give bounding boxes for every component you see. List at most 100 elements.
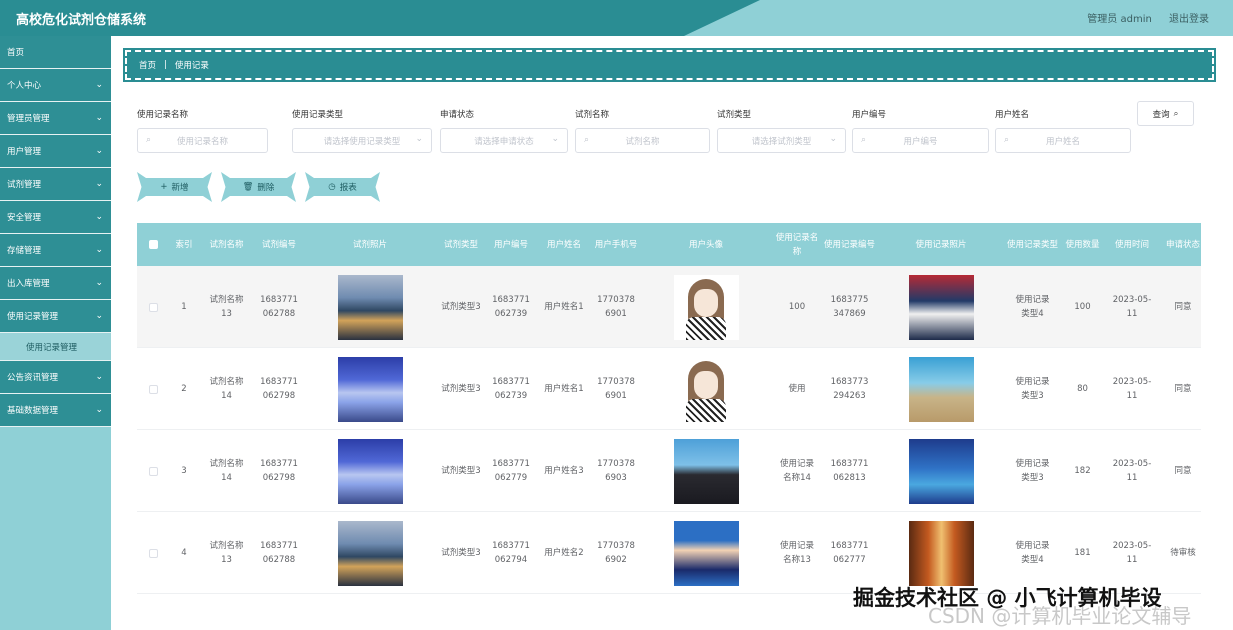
cell-text: 试剂类型3	[441, 466, 481, 476]
filter-record-name: 使用记录名称 ⌕ 使用记录名称	[137, 108, 268, 153]
filter-record-type: 使用记录类型 请选择使用记录类型 ⌄	[292, 108, 432, 153]
beach-icon[interactable]	[908, 356, 974, 422]
row-checkbox[interactable]	[148, 384, 158, 394]
sidebar-item-reagent-management[interactable]: 试剂管理 ⌄	[0, 168, 111, 201]
reagent-type-select[interactable]: 请选择试剂类型 ⌄	[717, 128, 846, 153]
sidebar-item-label: 首页	[7, 48, 25, 58]
delete-button-label: 删除	[257, 183, 275, 193]
cell-text: 17703786901	[597, 295, 635, 319]
sidebar-item-usage-record-management[interactable]: 使用记录管理 ⌄	[0, 300, 111, 333]
column-header[interactable]: 试剂照片	[304, 223, 436, 266]
filter-label: 用户编号	[852, 110, 887, 120]
chevron-down-icon: ⌄	[95, 245, 103, 255]
girl-avatar-icon[interactable]	[673, 274, 739, 340]
column-header[interactable]: 试剂编号	[254, 223, 304, 266]
juejin-watermark: 掘金技术社区 @ 小飞计算机毕设	[853, 586, 1162, 610]
column-header[interactable]: 使用数量	[1060, 223, 1105, 266]
cell-text: 1683775347869	[830, 295, 869, 319]
sidebar-item-label: 存储管理	[7, 246, 42, 256]
reagent-name-input[interactable]: ⌕ 试剂名称	[575, 128, 710, 153]
ocean-icon[interactable]	[908, 438, 974, 504]
sidebar-subitem-usage-record[interactable]: 使用记录管理	[0, 333, 111, 361]
sky-icon[interactable]	[337, 438, 403, 504]
column-header[interactable]: 用户手机号	[592, 223, 640, 266]
record-photo-cell	[877, 266, 1005, 348]
search-icon: ⌕	[584, 135, 590, 145]
sidebar-item-safety-management[interactable]: 安全管理 ⌄	[0, 201, 111, 234]
record-no-cell: 1683775347869	[822, 266, 877, 348]
sidebar-item-base-data-management[interactable]: 基础数据管理 ⌄	[0, 394, 111, 427]
boy-photo-icon[interactable]	[673, 438, 739, 504]
chevron-down-icon: ⌄	[95, 212, 103, 222]
header-user-area: 管理员 admin 退出登录	[1073, 10, 1209, 25]
row-checkbox[interactable]	[148, 302, 158, 312]
sidebar-item-personal-center[interactable]: 个人中心 ⌄	[0, 69, 111, 102]
column-header[interactable]: 索引	[169, 223, 199, 266]
cell-text: 试剂类型3	[441, 384, 481, 394]
search-button[interactable]: 查询 ⌕	[1137, 101, 1194, 126]
record-no-cell: 1683773294263	[822, 348, 877, 430]
filter-reagent-name: 试剂名称 ⌕ 试剂名称	[575, 108, 710, 153]
column-header[interactable]: 使用记录编号	[822, 223, 877, 266]
sidebar-item-storage-management[interactable]: 存储管理 ⌄	[0, 234, 111, 267]
logout-link[interactable]: 退出登录	[1169, 14, 1209, 25]
city-icon[interactable]	[337, 520, 403, 586]
team-icon[interactable]	[908, 274, 974, 340]
cell-text: 用户姓名1	[544, 302, 584, 312]
table-row[interactable]: 1 试剂名称13 1683771062788 试剂类型3 16837710627…	[137, 266, 1201, 348]
cell-text: 试剂类型3	[441, 548, 481, 558]
column-header[interactable]: 使用记录名称	[772, 223, 822, 266]
sidebar-item-label: 个人中心	[7, 81, 42, 91]
column-header[interactable]: 用户姓名	[536, 223, 592, 266]
reagent-photo-cell	[304, 266, 436, 348]
row-checkbox[interactable]	[148, 548, 158, 558]
cell-text: 使用记录类型4	[1015, 541, 1050, 565]
apply-status-select[interactable]: 请选择申请状态 ⌄	[440, 128, 568, 153]
user-no-input[interactable]: ⌕ 用户编号	[852, 128, 989, 153]
sidebar-item-user-management[interactable]: 用户管理 ⌄	[0, 135, 111, 168]
select-all-checkbox[interactable]	[148, 240, 158, 249]
add-button[interactable]: + 新增	[137, 172, 212, 202]
hall-icon[interactable]	[908, 520, 974, 586]
table-row[interactable]: 2 试剂名称14 1683771062798 试剂类型3 16837710627…	[137, 348, 1201, 430]
column-header[interactable]: 使用记录类型	[1005, 223, 1060, 266]
city-icon[interactable]	[337, 274, 403, 340]
sky-icon[interactable]	[337, 356, 403, 422]
reagent-name-cell: 试剂名称13	[199, 512, 254, 594]
status-cell: 同意	[1174, 384, 1192, 394]
breadcrumb-home[interactable]: 首页	[139, 59, 156, 71]
filter-label: 申请状态	[440, 110, 475, 120]
conan-avatar-icon[interactable]	[673, 520, 739, 586]
record-type-select[interactable]: 请选择使用记录类型 ⌄	[292, 128, 432, 153]
column-header[interactable]: 试剂类型	[436, 223, 486, 266]
clock-icon: ◷	[328, 182, 336, 192]
delete-button[interactable]: 🗑 删除	[221, 172, 296, 202]
user-name-input[interactable]: ⌕ 用户姓名	[995, 128, 1131, 153]
qty-cell: 100	[1074, 302, 1091, 312]
column-header[interactable]: 申请状态	[1159, 223, 1207, 266]
column-header[interactable]: 使用时间	[1105, 223, 1159, 266]
record-name-input[interactable]: ⌕ 使用记录名称	[137, 128, 268, 153]
column-header[interactable]: 用户编号	[486, 223, 536, 266]
column-header[interactable]: 试剂名称	[199, 223, 254, 266]
chevron-down-icon: ⌄	[95, 80, 103, 90]
sidebar-item-inout-management[interactable]: 出入库管理 ⌄	[0, 267, 111, 300]
sidebar-item-home[interactable]: 首页	[0, 36, 111, 69]
row-checkbox[interactable]	[148, 466, 158, 476]
sidebar-item-admin-management[interactable]: 管理员管理 ⌄	[0, 102, 111, 135]
report-button-label: 报表	[339, 183, 357, 193]
cell-text: 1683771062788	[260, 541, 298, 565]
girl-avatar-icon[interactable]	[673, 356, 739, 422]
user-no-cell: 1683771062794	[486, 512, 536, 594]
cell-text: 用户姓名3	[544, 466, 584, 476]
column-header[interactable]: 使用记录照片	[877, 223, 1005, 266]
sidebar-item-announcement-management[interactable]: 公告资讯管理 ⌄	[0, 361, 111, 394]
cell-text: 用户姓名2	[544, 548, 584, 558]
column-header[interactable]: 用户头像	[640, 223, 772, 266]
sidebar-item-label: 试剂管理	[7, 180, 42, 190]
select-placeholder: 请选择申请状态	[474, 136, 534, 147]
report-button[interactable]: ◷ 报表	[305, 172, 380, 202]
table-row[interactable]: 3 试剂名称14 1683771062798 试剂类型3 16837710627…	[137, 430, 1201, 512]
cell-text: 1683771062794	[492, 541, 530, 565]
row-select-cell	[137, 266, 169, 348]
